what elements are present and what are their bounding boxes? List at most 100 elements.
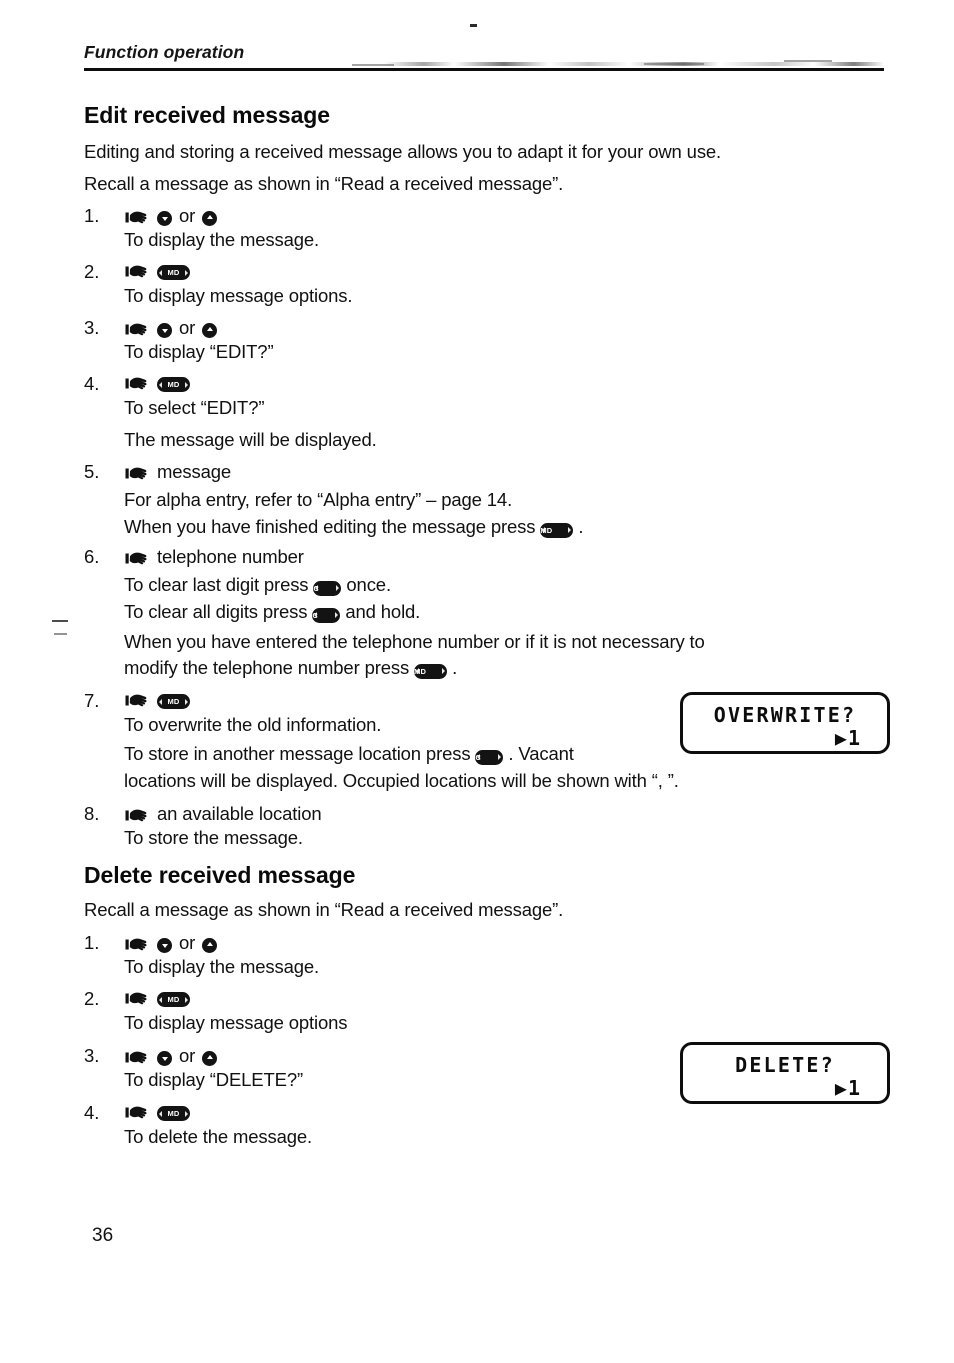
scroll-down-button-icon: [157, 210, 172, 226]
step-5-desc-2-text: When you have finished editing the messa…: [124, 516, 536, 537]
scan-speck: [784, 60, 832, 62]
step-6-desc-4-text: modify the telephone number press: [124, 657, 410, 678]
step-number: 1.: [84, 932, 100, 953]
step-3-desc-edit: To display “EDIT?”: [124, 341, 274, 362]
header-scan-artifact: [384, 62, 884, 66]
period: .: [452, 657, 458, 678]
step-7-desc-3: locations will be displayed. Occupied lo…: [124, 770, 679, 791]
step-8-desc: To store the message.: [124, 827, 303, 848]
scroll-up-button-icon: [202, 937, 218, 953]
pointing-hand-icon: [124, 549, 150, 568]
step-6-desc-1-text-a: To clear last digit press: [124, 574, 309, 595]
step-2-desc-delete: To display message options: [124, 1012, 348, 1033]
section-heading-edit: Edit received message: [84, 102, 330, 128]
step-6-action-label: telephone number: [157, 546, 304, 567]
step-2-action-edit: MD: [124, 261, 190, 280]
lcd-line-1: OVERWRITE?: [713, 703, 857, 727]
pointing-hand-icon: [124, 1103, 150, 1122]
scan-speck: [352, 64, 394, 66]
memo-button-icon: MD: [157, 1106, 190, 1121]
clear-button-icon: C: [313, 580, 342, 596]
memo-button-icon: MD: [414, 663, 448, 679]
scroll-down-button-icon: [157, 937, 172, 953]
step-5-action-edit: message: [124, 461, 231, 483]
step-number: 2.: [84, 261, 100, 282]
step-6-desc-3: When you have entered the telephone numb…: [124, 631, 705, 652]
step-6-desc-1-text-b: once.: [346, 574, 391, 595]
step-8-action-edit: an available location: [124, 803, 322, 825]
scroll-up-button-icon: [202, 322, 218, 338]
step-6-desc-1: To clear last digit press C once.: [124, 574, 391, 596]
step-7-action-edit: MD: [124, 690, 190, 709]
pointing-hand-icon: [124, 989, 150, 1008]
pointing-hand-icon: [124, 806, 150, 825]
step-number: 3.: [84, 1045, 100, 1066]
lcd-display-delete: DELETE? ▶1: [680, 1042, 890, 1104]
step-8-action-label: an available location: [157, 803, 322, 824]
memo-button-icon: MD: [157, 265, 190, 280]
delete-intro-line-1: Recall a message as shown in “Read a rec…: [84, 899, 564, 920]
pointing-hand-icon: [124, 374, 150, 393]
edit-intro-line-1: Editing and storing a received message a…: [84, 141, 722, 162]
step-4-action-edit: MD: [124, 373, 190, 392]
memo-button-icon: MD: [540, 522, 574, 538]
conjunction-or: or: [179, 205, 196, 226]
step-1-action-delete: or: [124, 932, 218, 954]
pointing-hand-icon: [124, 691, 150, 710]
step-1-desc-edit: To display the message.: [124, 229, 320, 250]
scan-speck: [644, 63, 704, 65]
step-4-action-delete: MD: [124, 1102, 190, 1121]
step-number: 4.: [84, 373, 100, 394]
scroll-up-button-icon: [202, 210, 218, 226]
step-6-desc-2-text-a: To clear all digits press: [124, 601, 308, 622]
pointing-hand-icon: [124, 320, 150, 339]
pointing-hand-icon: [124, 262, 150, 281]
step-number: 7.: [84, 690, 100, 711]
header-rule: [84, 68, 884, 71]
period: .: [578, 516, 584, 537]
step-6-desc-4: modify the telephone number press MD .: [124, 657, 458, 679]
step-3-action-edit: or: [124, 317, 218, 339]
step-3-desc-delete: To display “DELETE?”: [124, 1069, 303, 1090]
step-1-desc-delete: To display the message.: [124, 956, 320, 977]
step-4-desc-edit: To select “EDIT?”: [124, 397, 265, 418]
conjunction-or: or: [179, 1045, 196, 1066]
step-number: 5.: [84, 461, 100, 482]
step-number: 1.: [84, 205, 100, 226]
memo-button-icon: MD: [157, 377, 190, 392]
step-number: 6.: [84, 546, 100, 567]
pointing-hand-icon: [124, 208, 150, 227]
scanned-manual-page: Function operation Edit received message…: [0, 0, 954, 1363]
step-6-desc-2-text-b: and hold.: [345, 601, 421, 622]
conjunction-or: or: [179, 932, 196, 953]
pointing-hand-icon: [124, 1048, 150, 1067]
scroll-up-button-icon: [202, 1050, 218, 1066]
step-4-desc-delete: To delete the message.: [124, 1126, 312, 1147]
lcd-line-2: ▶1: [834, 1076, 861, 1100]
step-1-action-edit: or: [124, 205, 218, 227]
page-number: 36: [92, 1225, 114, 1246]
step-7-desc-2: To store in another message location pre…: [124, 743, 574, 765]
step-3-action-delete: or: [124, 1045, 218, 1067]
scroll-down-button-icon: [157, 1050, 172, 1066]
step-4-desc2-edit: The message will be displayed.: [124, 429, 377, 450]
step-2-desc-edit: To display message options.: [124, 285, 353, 306]
lcd-line-2: ▶1: [834, 726, 861, 750]
scan-mark-left: [52, 620, 68, 622]
step-5-desc-2: When you have finished editing the messa…: [124, 516, 584, 538]
step-7-desc-2-text-b: . Vacant: [508, 743, 574, 764]
memo-button-icon: MD: [157, 992, 190, 1007]
step-number: 3.: [84, 317, 100, 338]
step-7-desc-2-text-a: To store in another message location pre…: [124, 743, 471, 764]
step-number: 2.: [84, 988, 100, 1009]
clear-button-icon: C: [475, 749, 504, 765]
scan-mark-left-2: [54, 633, 67, 635]
running-header-title: Function operation: [84, 42, 245, 62]
memo-button-icon: MD: [157, 694, 190, 709]
step-2-action-delete: MD: [124, 988, 190, 1007]
section-heading-delete: Delete received message: [84, 862, 356, 888]
running-header: Function operation: [84, 42, 884, 71]
pointing-hand-icon: [124, 935, 150, 954]
lcd-line-1: DELETE?: [735, 1053, 835, 1077]
lcd-display-overwrite: OVERWRITE? ▶1: [680, 692, 890, 754]
